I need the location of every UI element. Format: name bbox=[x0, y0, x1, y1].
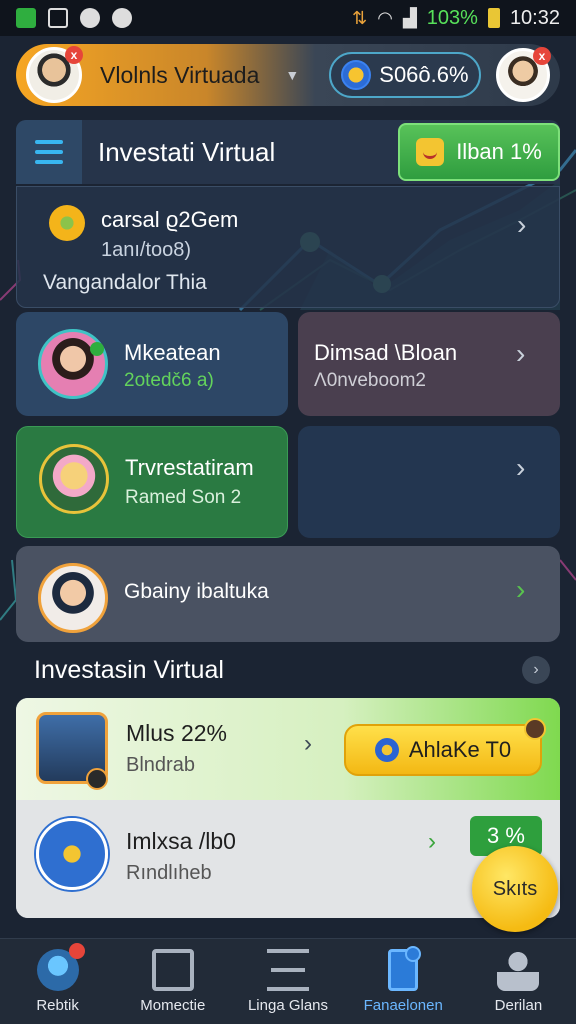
chevron-right-icon[interactable]: › bbox=[516, 338, 525, 370]
notification-badge bbox=[68, 943, 85, 959]
woman-avatar bbox=[38, 329, 108, 399]
chevron-right-icon[interactable]: › bbox=[522, 656, 550, 684]
media-notification-icon bbox=[80, 8, 100, 28]
notification-badge bbox=[405, 946, 422, 962]
nav-item-home[interactable]: Rebtik bbox=[0, 939, 115, 1024]
battery-icon bbox=[487, 8, 500, 28]
smile-icon bbox=[416, 138, 445, 166]
home-icon bbox=[36, 943, 85, 991]
chevron-right-icon[interactable]: › bbox=[516, 574, 525, 606]
phone-icon bbox=[388, 946, 422, 991]
friend-avatar-badge[interactable]: x bbox=[533, 47, 551, 65]
list-item-title: Imlxsa /lb0 bbox=[126, 828, 236, 854]
chevron-right-icon[interactable]: › bbox=[517, 209, 526, 241]
list-item[interactable]: Mlus 22% Blndrab › AhlaKe T0 bbox=[16, 698, 560, 800]
investment-card-gbainy[interactable]: Gbainy ibaltuka › bbox=[16, 546, 560, 642]
compass-thumbnail bbox=[36, 818, 108, 890]
gear-icon bbox=[374, 738, 399, 762]
chevron-right-icon[interactable]: › bbox=[304, 730, 312, 758]
online-dot-icon bbox=[90, 342, 104, 356]
chevron-down-icon[interactable]: ▼ bbox=[285, 67, 299, 83]
app-notification-icon bbox=[16, 8, 36, 28]
nav-label: Momectie bbox=[140, 997, 206, 1014]
card-subtitle: 1anı/too8) bbox=[101, 239, 192, 261]
promo-button[interactable]: Ilban 1% bbox=[398, 123, 560, 181]
coin-balance[interactable]: S06ô.6% bbox=[329, 52, 482, 98]
user-icon bbox=[497, 949, 540, 991]
status-bar: ⇅ ◠ ▟ 103% 10:32 bbox=[0, 0, 576, 36]
nav-item-linga[interactable]: Linga Glans bbox=[230, 939, 345, 1024]
mascot-avatar bbox=[39, 444, 109, 514]
avatar-close-badge[interactable]: x bbox=[65, 46, 83, 64]
gallery-notification-icon bbox=[48, 8, 68, 28]
pen-icon bbox=[524, 718, 546, 740]
friend-avatar[interactable]: x bbox=[496, 47, 551, 102]
card-title: Mkeatean bbox=[124, 340, 221, 365]
nav-item-momectie[interactable]: Momectie bbox=[115, 939, 230, 1024]
gear-icon bbox=[49, 205, 85, 241]
nav-item-derilan[interactable]: Derilan bbox=[461, 939, 576, 1024]
menu-line bbox=[35, 140, 63, 144]
header-title: Vlolnls Virtuada bbox=[100, 61, 260, 88]
tool-badge-icon bbox=[86, 768, 108, 790]
card-footer: Vangandalor Thia bbox=[43, 271, 207, 294]
nav-label: Fanaelonen bbox=[363, 997, 443, 1014]
card-subtitle: 2otedč6 a) bbox=[124, 370, 214, 391]
box-icon bbox=[151, 949, 194, 991]
coin-balance-value: S06ô.6% bbox=[379, 62, 469, 87]
list-item-title: Mlus 22% bbox=[126, 720, 227, 746]
messenger-notification-icon bbox=[112, 8, 132, 28]
investment-card-trvrestatiram[interactable]: Trvrestatiram Ramed Son 2 bbox=[16, 426, 288, 538]
investment-card-primary[interactable]: carsal ϱ2Gem 1anı/too8) Vangandalor Thia… bbox=[16, 186, 560, 308]
nav-label: Rebtik bbox=[36, 997, 79, 1014]
action-button[interactable]: AhlaKe T0 bbox=[344, 718, 546, 776]
nav-label: Linga Glans bbox=[247, 997, 329, 1014]
investment-card-mkeatean[interactable]: Mkeatean 2otedč6 a) bbox=[16, 312, 288, 416]
nav-item-fanaelonen[interactable]: Fanaelonen bbox=[346, 939, 461, 1024]
section-title: Investasin Virtual bbox=[34, 656, 224, 684]
investment-card-empty[interactable]: › bbox=[298, 426, 560, 538]
list-item-subtitle: Rındlıheb bbox=[126, 862, 212, 884]
start-button[interactable]: Skıts bbox=[472, 846, 558, 932]
lines-icon bbox=[267, 949, 309, 991]
investment-card-dimsad[interactable]: Dimsad \Bloan Λ0nveboom2 › bbox=[298, 312, 560, 416]
clock: 10:32 bbox=[509, 6, 560, 29]
title-row: Investati Virtual Ilban 1% bbox=[16, 120, 560, 184]
wifi-icon: ◠ bbox=[377, 7, 393, 28]
list-item-subtitle: Blndrab bbox=[126, 754, 195, 776]
card-subtitle: Ramed Son 2 bbox=[125, 487, 242, 508]
battery-percent: 103% bbox=[426, 6, 478, 29]
card-subtitle: Λ0nveboom2 bbox=[314, 370, 426, 391]
signal-icon: ▟ bbox=[402, 7, 417, 28]
promo-label: Ilban 1% bbox=[456, 139, 542, 164]
coin-icon bbox=[341, 60, 372, 90]
card-title: Gbainy ibaltuka bbox=[124, 580, 269, 603]
nav-label: Derilan bbox=[494, 997, 543, 1014]
action-label: AhlaKe T0 bbox=[408, 737, 512, 762]
user-avatar[interactable]: x bbox=[26, 46, 83, 103]
card-title: carsal ϱ2Gem bbox=[101, 207, 239, 232]
hamburger-menu-button[interactable] bbox=[16, 120, 82, 184]
chevron-right-icon[interactable]: › bbox=[516, 452, 525, 484]
menu-line bbox=[35, 150, 63, 154]
chevron-right-icon[interactable]: › bbox=[428, 828, 436, 856]
card-title: Trvrestatiram bbox=[125, 455, 254, 480]
vibrate-icon: ⇅ bbox=[352, 7, 368, 28]
card-title: Dimsad \Bloan bbox=[314, 340, 458, 365]
page-title: Investati Virtual bbox=[98, 136, 276, 167]
menu-line bbox=[35, 160, 63, 164]
profile-header: x Vlolnls Virtuada ▼ S06ô.6% x bbox=[16, 44, 560, 106]
man-avatar bbox=[38, 563, 108, 633]
bottom-navigation: Rebtik Momectie Linga Glans Fanaelonen D… bbox=[0, 938, 576, 1024]
